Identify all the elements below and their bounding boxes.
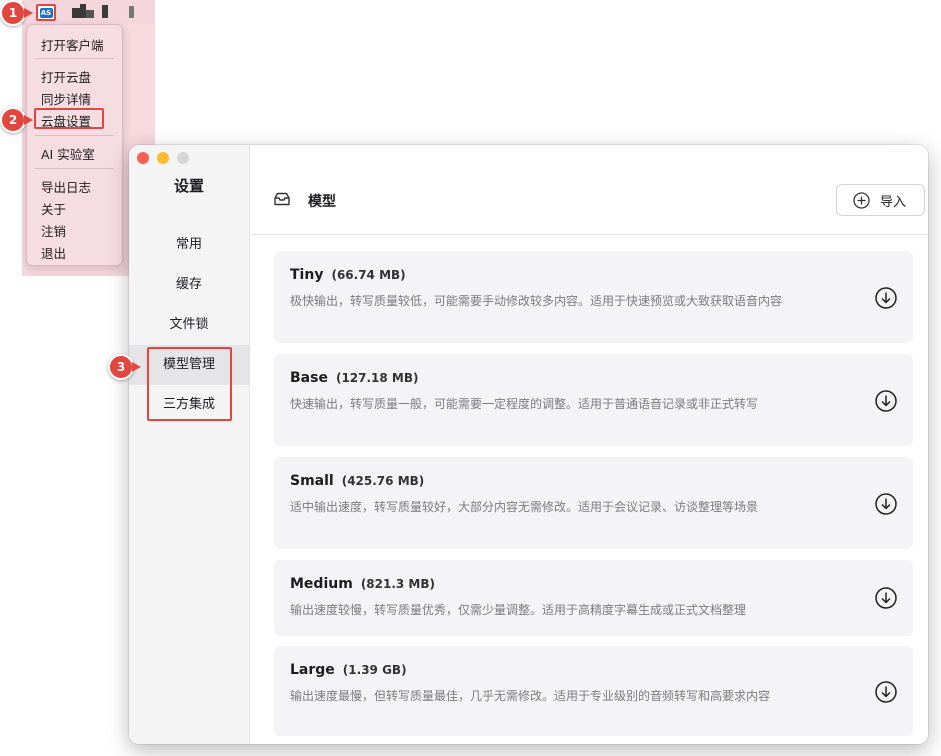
menu-item-open-drive[interactable]: 打开云盘 [41,67,91,86]
highlight-drive-settings [34,108,104,129]
tray-app-icon[interactable]: AS [36,4,56,21]
model-name-text: Medium [290,576,353,592]
menu-bar-icon[interactable] [102,5,108,18]
settings-title: 设置 [173,177,204,195]
highlight-model-management [147,347,232,421]
menu-bar-icon[interactable] [129,6,134,18]
model-name-text: Large [290,662,335,678]
model-description: 输出速度最慢，但转写质量最佳，几乎无需修改。适用于专业级别的音频转写和高要求内容 [290,689,771,703]
settings-main-panel: 模型 导入 刷新 Tiny (66.74 MB) 极快输出，转写质量较低，可能需要… [250,145,928,744]
menu-item-quit[interactable]: 退出 [41,243,66,262]
model-card-small: Small (425.76 MB) 适中输出速度，转写质量较好，大部分内容无需修改… [274,457,913,549]
download-icon[interactable] [875,587,897,609]
sidebar-item-file-lock[interactable]: 文件锁 [129,305,249,345]
model-card-base: Base (127.18 MB) 快速输出，转写质量一般，可能需要一定程度的调整。… [274,354,913,446]
zoom-window-button[interactable] [177,152,189,164]
model-description: 快速输出，转写质量一般，可能需要一定程度的调整。适用于普通语音记录或非正式转写 [290,397,759,411]
menu-item-ai-lab[interactable]: AI 实验室 [41,144,95,163]
menu-item-sync-details[interactable]: 同步详情 [41,89,91,108]
download-icon[interactable] [875,493,897,515]
menu-item-export-logs[interactable]: 导出日志 [41,177,91,196]
model-card-medium: Medium (821.3 MB) 输出速度较慢，转写质量优秀，仅需少量调整。适用… [274,560,913,636]
menu-separator [35,135,114,136]
step-badge-3: 3 [108,354,141,380]
plus-circle-icon [853,191,870,209]
menu-item-logout[interactable]: 注销 [41,221,66,240]
sidebar-item-general[interactable]: 常用 [129,225,249,265]
model-name-text: Small [290,473,334,489]
tray-app-icon-label: AS [39,7,53,18]
minimize-window-button[interactable] [157,152,169,164]
close-window-button[interactable] [137,152,149,164]
sidebar-item-cache[interactable]: 缓存 [129,265,249,305]
model-size: (1.39 GB) [342,663,407,677]
model-description: 适中输出速度，转写质量较好，大部分内容无需修改。适用于会议记录、访谈整理等场景 [290,500,759,514]
model-name: Small (425.76 MB) [290,473,424,489]
models-header: 模型 导入 刷新 [250,145,928,235]
menu-item-about[interactable]: 关于 [41,199,66,218]
menu-separator [35,58,114,59]
menu-separator [35,168,114,169]
model-description: 输出速度较慢，转写质量优秀，仅需少量调整。适用于高精度字幕生成或正式文档整理 [290,603,747,617]
step-badge-1: 1 [0,0,33,26]
model-name: Base (127.18 MB) [290,370,419,386]
import-button-label: 导入 [880,194,907,210]
model-description: 极快输出，转写质量较低，可能需要手动修改较多内容。适用于快速预览或大致获取语音内… [290,294,783,308]
settings-window: 设置 常用 缓存 文件锁 模型管理 三方集成 模型 导入 Tiny (66.74… [129,145,928,744]
tray-dropdown-menu: 打开客户端 打开云盘 同步详情 云盘设置 AI 实验室 导出日志 关于 注销 退… [26,24,123,266]
inbox-icon [274,192,290,206]
menu-bar-icon [86,10,94,18]
menu-item-open-client[interactable]: 打开客户端 [41,35,104,54]
step-badge-2: 2 [0,107,33,133]
model-size: (425.76 MB) [341,474,425,488]
model-size: (821.3 MB) [360,577,436,591]
download-icon[interactable] [875,390,897,412]
model-name-text: Tiny [290,267,324,283]
model-name-text: Base [290,370,328,386]
model-size: (127.18 MB) [335,371,419,385]
model-card-tiny: Tiny (66.74 MB) 极快输出，转写质量较低，可能需要手动修改较多内容。… [274,251,913,343]
model-card-large: Large (1.39 GB) 输出速度最慢，但转写质量最佳，几乎无需修改。适用于… [274,646,913,736]
settings-sidebar: 设置 常用 缓存 文件锁 模型管理 三方集成 [129,145,250,744]
model-name: Medium (821.3 MB) [290,576,435,592]
import-button[interactable]: 导入 [836,184,925,216]
model-name: Large (1.39 GB) [290,662,407,678]
download-icon[interactable] [875,681,897,703]
model-size: (66.74 MB) [331,268,406,282]
model-name: Tiny (66.74 MB) [290,267,406,283]
menu-bar-icon[interactable] [72,8,80,18]
page-title: 模型 [308,194,336,210]
download-icon[interactable] [875,287,897,309]
